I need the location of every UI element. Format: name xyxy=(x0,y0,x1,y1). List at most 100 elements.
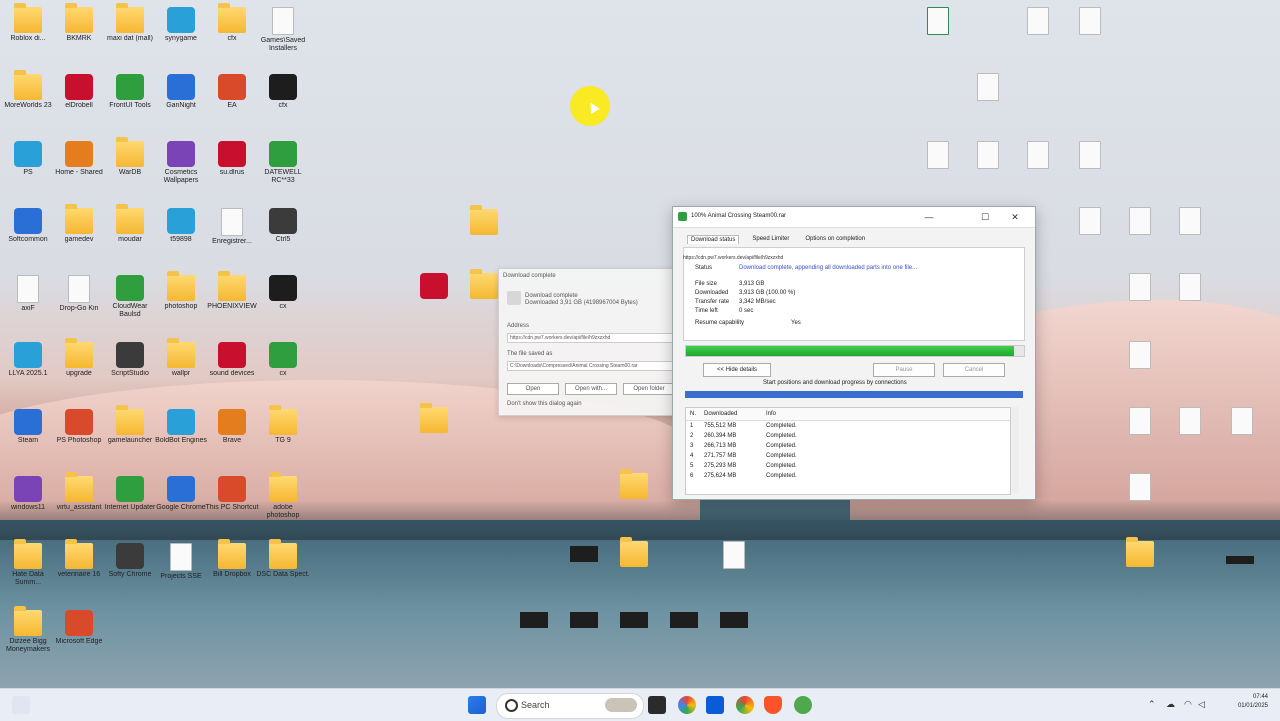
desktop-icon[interactable] xyxy=(1112,537,1168,594)
desktop-icon[interactable] xyxy=(556,538,612,594)
desktop-icon[interactable]: WarDB xyxy=(102,137,158,194)
desktop-icon[interactable]: gamelauncher xyxy=(102,405,158,462)
desktop-icon[interactable] xyxy=(1062,138,1118,194)
desktop-icon[interactable]: windows11 xyxy=(0,473,56,529)
idm-taskbar-icon[interactable] xyxy=(794,696,812,714)
desktop-icon[interactable]: PS xyxy=(0,138,56,194)
table-row[interactable]: 5 275,293 MB Completed. xyxy=(686,461,1010,471)
desktop-icon[interactable] xyxy=(1062,4,1118,60)
desktop-icon[interactable]: veterinaire 16 xyxy=(51,539,107,596)
desktop-icon[interactable]: Steam xyxy=(0,406,56,462)
desktop-icon[interactable] xyxy=(910,138,966,194)
wifi-icon[interactable]: ◠ xyxy=(1184,699,1192,710)
volume-icon[interactable]: ◁ xyxy=(1198,699,1205,710)
desktop-icon[interactable]: Dizzee Bigg Moneymakers xyxy=(0,606,56,663)
desktop-icon[interactable]: adobe photoshop xyxy=(255,472,311,529)
cancel-button[interactable]: Cancel xyxy=(943,363,1005,377)
desktop-icon[interactable]: cx xyxy=(255,272,311,328)
window-titlebar[interactable]: 100% Animal Crossing Steam00.rar — ☐ ✕ xyxy=(673,207,1035,228)
desktop-icon[interactable] xyxy=(1010,138,1066,194)
desktop-icon[interactable] xyxy=(1214,404,1270,460)
desktop-icon[interactable]: Bill Dropbox xyxy=(204,539,260,596)
desktop-icon[interactable]: Cosmetics Wallpapers xyxy=(153,138,209,194)
desktop-icon[interactable]: virtu_assistant xyxy=(51,472,107,529)
table-row[interactable]: 4 271,757 MB Completed. xyxy=(686,451,1010,461)
desktop-icon[interactable]: BKMRK xyxy=(51,3,107,60)
desktop-icon[interactable]: cfx xyxy=(204,3,260,60)
hide-details-button[interactable]: << Hide details xyxy=(703,363,771,377)
desktop-icon[interactable]: elDrobell xyxy=(51,71,107,127)
desktop-icon[interactable]: Microsoft Edge xyxy=(51,607,107,663)
desktop-icon[interactable]: EA xyxy=(204,71,260,127)
desktop-icon[interactable] xyxy=(960,70,1016,126)
desktop-icon[interactable] xyxy=(456,205,512,262)
desktop-icon[interactable]: Internet Updater xyxy=(102,473,158,529)
minimize-button[interactable]: — xyxy=(917,209,941,225)
desktop-icon[interactable] xyxy=(960,138,1016,194)
saved-as-field[interactable]: C:\Downloads\Compressed\Animal Crossing … xyxy=(507,361,675,371)
desktop-icon[interactable] xyxy=(1112,204,1168,260)
desktop-icon[interactable]: maxi dat (mall) xyxy=(102,3,158,60)
desktop-icon[interactable] xyxy=(1162,204,1218,260)
desktop-icon[interactable]: cx xyxy=(255,339,311,395)
dont-show-checkbox[interactable]: Don't show this dialog again xyxy=(507,401,582,407)
taskbar-search[interactable]: Search xyxy=(496,693,644,719)
desktop-icon[interactable] xyxy=(1162,270,1218,326)
desktop-icon[interactable]: axiF xyxy=(0,272,56,328)
desktop-icon[interactable]: photoshop xyxy=(153,271,209,328)
desktop-icon[interactable]: synygame xyxy=(153,4,209,60)
desktop-icon[interactable] xyxy=(606,537,662,594)
close-button[interactable]: ✕ xyxy=(1003,209,1027,225)
desktop-icon[interactable]: PS Photoshop xyxy=(51,406,107,462)
desktop-icon[interactable] xyxy=(706,538,762,594)
desktop-icon[interactable] xyxy=(1062,204,1118,260)
tab-options-on-completion[interactable]: Options on completion xyxy=(802,235,868,244)
desktop-icon[interactable] xyxy=(1162,404,1218,460)
copilot-icon[interactable] xyxy=(678,696,696,714)
desktop-icon[interactable]: Softy Chrome xyxy=(102,540,158,596)
cloud-icon[interactable]: ☁ xyxy=(1166,699,1175,710)
tab-download-status[interactable]: Download status xyxy=(687,235,740,244)
table-row[interactable]: 6 275,624 MB Completed. xyxy=(686,471,1010,481)
desktop-icon[interactable]: wallpr xyxy=(153,338,209,395)
maximize-button[interactable]: ☐ xyxy=(973,209,997,225)
desktop-icon[interactable]: BoldBot Engines xyxy=(153,406,209,462)
desktop-icon[interactable] xyxy=(1112,470,1168,526)
desktop-icon[interactable]: Ctrl5 xyxy=(255,205,311,261)
desktop-icon[interactable]: PHOENIXVIEW xyxy=(204,271,260,328)
store-icon[interactable] xyxy=(706,696,724,714)
desktop-icon[interactable]: TG 9 xyxy=(255,405,311,462)
desktop-icon[interactable] xyxy=(1112,404,1168,460)
desktop-icon[interactable]: moudar xyxy=(102,204,158,261)
start-button[interactable] xyxy=(468,696,486,714)
table-scrollbar[interactable] xyxy=(1011,407,1019,493)
chrome-icon[interactable] xyxy=(736,696,754,714)
desktop-icon[interactable]: CloudWear Baulsd xyxy=(102,272,158,328)
desktop-icon[interactable]: Drop-Go Kin xyxy=(51,272,107,328)
desktop-icon[interactable] xyxy=(1010,4,1066,60)
desktop-icon[interactable]: su.dlrus xyxy=(204,138,260,194)
address-field[interactable]: https://cdn.pw7.workers.dev/api/file/h9z… xyxy=(507,333,675,343)
desktop-icon[interactable]: sound devices xyxy=(204,339,260,395)
desktop-icon[interactable]: This PC Shortcut xyxy=(204,473,260,529)
desktop-icon[interactable] xyxy=(656,604,712,660)
table-row[interactable]: 1 755,512 MB Completed. xyxy=(686,421,1010,431)
desktop-icon[interactable]: ScriptStudio xyxy=(102,339,158,395)
desktop-icon[interactable]: cfx xyxy=(255,71,311,127)
desktop-icon[interactable]: Home - Shared xyxy=(51,138,107,194)
desktop-icon[interactable] xyxy=(910,4,966,60)
desktop-icon[interactable]: gamedev xyxy=(51,204,107,261)
download-complete-dialog[interactable]: Download complete Download complete Down… xyxy=(498,268,682,416)
desktop-icon[interactable] xyxy=(406,403,462,460)
desktop-icon[interactable]: Roblox di... xyxy=(0,3,56,60)
tab-speed-limiter[interactable]: Speed Limiter xyxy=(749,235,792,244)
open-button[interactable]: Open xyxy=(507,383,559,395)
desktop-icon[interactable]: Projects SSE xyxy=(153,540,209,596)
desktop-icon[interactable] xyxy=(1112,270,1168,326)
table-row[interactable]: 3 266,713 MB Completed. xyxy=(686,441,1010,451)
desktop-icon[interactable]: Enregistrer... xyxy=(204,205,260,261)
widgets-icon[interactable] xyxy=(12,696,30,714)
desktop-icon[interactable] xyxy=(556,604,612,660)
open-folder-button[interactable]: Open folder xyxy=(623,383,675,395)
desktop-icon[interactable]: DATEWELL RC**33 xyxy=(255,138,311,194)
